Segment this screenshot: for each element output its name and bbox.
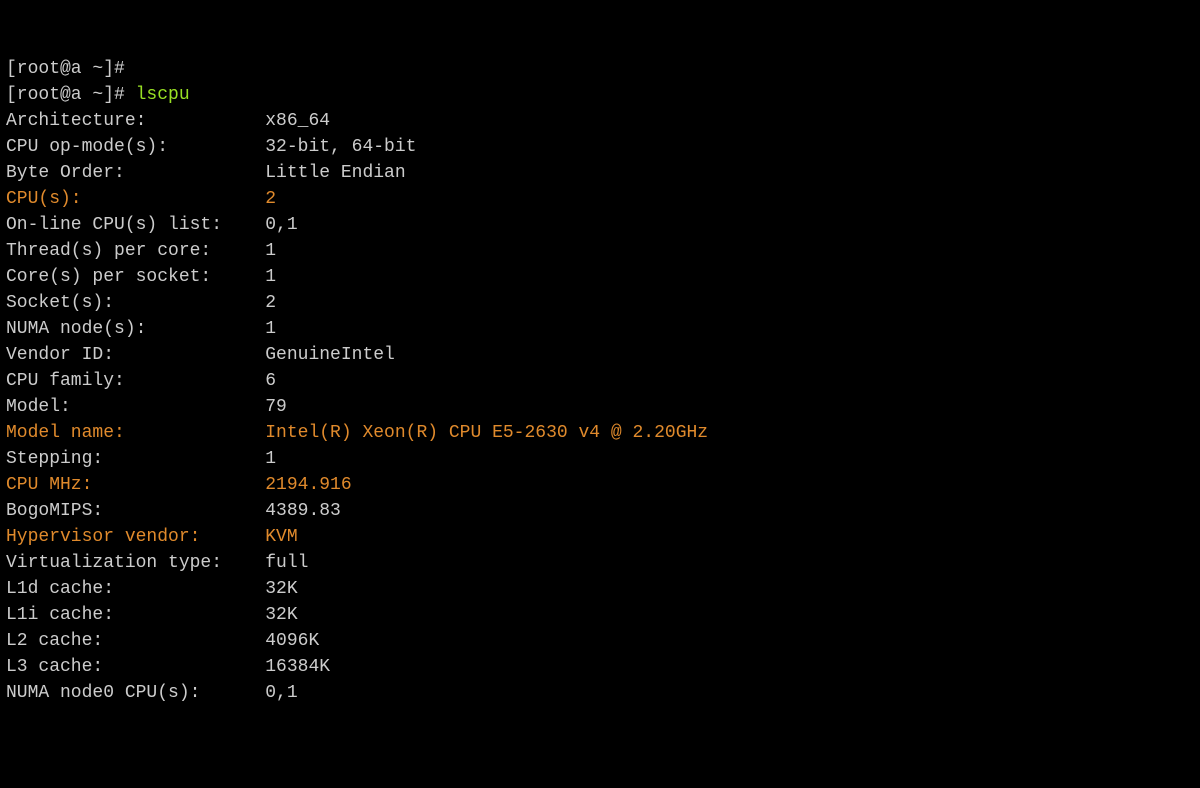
field-label: Model name: [6, 420, 265, 446]
field-value: 2 [265, 189, 276, 209]
field-value: 6 [265, 371, 276, 391]
terminal-output: [root@a ~]# [root@a ~]# lscpu Architectu… [6, 56, 1194, 706]
shell-prompt: [root@a ~]# [6, 85, 136, 105]
field-label: CPU(s): [6, 186, 265, 212]
output-row: L1i cache:32K [6, 605, 298, 625]
field-value: KVM [265, 527, 297, 547]
output-row: Thread(s) per core:1 [6, 241, 276, 261]
field-label: CPU op-mode(s): [6, 134, 265, 160]
output-row: Core(s) per socket:1 [6, 267, 276, 287]
field-value: 32-bit, 64-bit [265, 137, 416, 157]
field-value: 4389.83 [265, 501, 341, 521]
output-row: NUMA node(s):1 [6, 319, 276, 339]
field-label: Byte Order: [6, 160, 265, 186]
lscpu-output: Architecture:x86_64 CPU op-mode(s):32-bi… [6, 108, 1194, 706]
field-label: BogoMIPS: [6, 498, 265, 524]
field-value: Intel(R) Xeon(R) CPU E5-2630 v4 @ 2.20GH… [265, 423, 708, 443]
field-label: CPU MHz: [6, 472, 265, 498]
output-row: CPU MHz:2194.916 [6, 475, 352, 495]
field-value: x86_64 [265, 111, 330, 131]
field-value: 16384K [265, 657, 330, 677]
field-label: Stepping: [6, 446, 265, 472]
field-label: Socket(s): [6, 290, 265, 316]
output-row: Architecture:x86_64 [6, 111, 330, 131]
shell-prompt: [root@a ~]# [6, 59, 125, 79]
field-value: 0,1 [265, 683, 297, 703]
output-row: CPU(s):2 [6, 189, 276, 209]
output-row: L1d cache:32K [6, 579, 298, 599]
field-label: Core(s) per socket: [6, 264, 265, 290]
field-label: L1d cache: [6, 576, 265, 602]
field-value: 32K [265, 579, 297, 599]
field-value: Little Endian [265, 163, 405, 183]
field-label: Vendor ID: [6, 342, 265, 368]
field-value: 1 [265, 449, 276, 469]
output-row: CPU op-mode(s):32-bit, 64-bit [6, 137, 416, 157]
output-row: BogoMIPS:4389.83 [6, 501, 341, 521]
output-row: L3 cache:16384K [6, 657, 330, 677]
field-label: NUMA node0 CPU(s): [6, 680, 265, 706]
field-value: 0,1 [265, 215, 297, 235]
field-value: 4096K [265, 631, 319, 651]
field-label: On-line CPU(s) list: [6, 212, 265, 238]
field-label: Thread(s) per core: [6, 238, 265, 264]
field-label: Hypervisor vendor: [6, 524, 265, 550]
field-value: 32K [265, 605, 297, 625]
field-label: Architecture: [6, 108, 265, 134]
output-row: On-line CPU(s) list:0,1 [6, 215, 298, 235]
output-row: Virtualization type:full [6, 553, 308, 573]
field-label: L1i cache: [6, 602, 265, 628]
field-label: NUMA node(s): [6, 316, 265, 342]
field-value: full [265, 553, 308, 573]
output-row: Model:79 [6, 397, 287, 417]
field-label: Virtualization type: [6, 550, 265, 576]
output-row: L2 cache:4096K [6, 631, 319, 651]
output-row: CPU family:6 [6, 371, 276, 391]
output-row: Vendor ID:GenuineIntel [6, 345, 395, 365]
field-value: 79 [265, 397, 287, 417]
field-value: 1 [265, 267, 276, 287]
field-label: L3 cache: [6, 654, 265, 680]
command-text: lscpu [136, 85, 190, 105]
output-row: Socket(s):2 [6, 293, 276, 313]
field-value: GenuineIntel [265, 345, 395, 365]
output-row: Hypervisor vendor:KVM [6, 527, 298, 547]
output-row: Stepping:1 [6, 449, 276, 469]
field-value: 2194.916 [265, 475, 351, 495]
field-value: 2 [265, 293, 276, 313]
field-label: L2 cache: [6, 628, 265, 654]
field-label: Model: [6, 394, 265, 420]
output-row: Model name:Intel(R) Xeon(R) CPU E5-2630 … [6, 423, 708, 443]
field-value: 1 [265, 241, 276, 261]
field-label: CPU family: [6, 368, 265, 394]
output-row: NUMA node0 CPU(s):0,1 [6, 683, 298, 703]
field-value: 1 [265, 319, 276, 339]
output-row: Byte Order:Little Endian [6, 163, 406, 183]
